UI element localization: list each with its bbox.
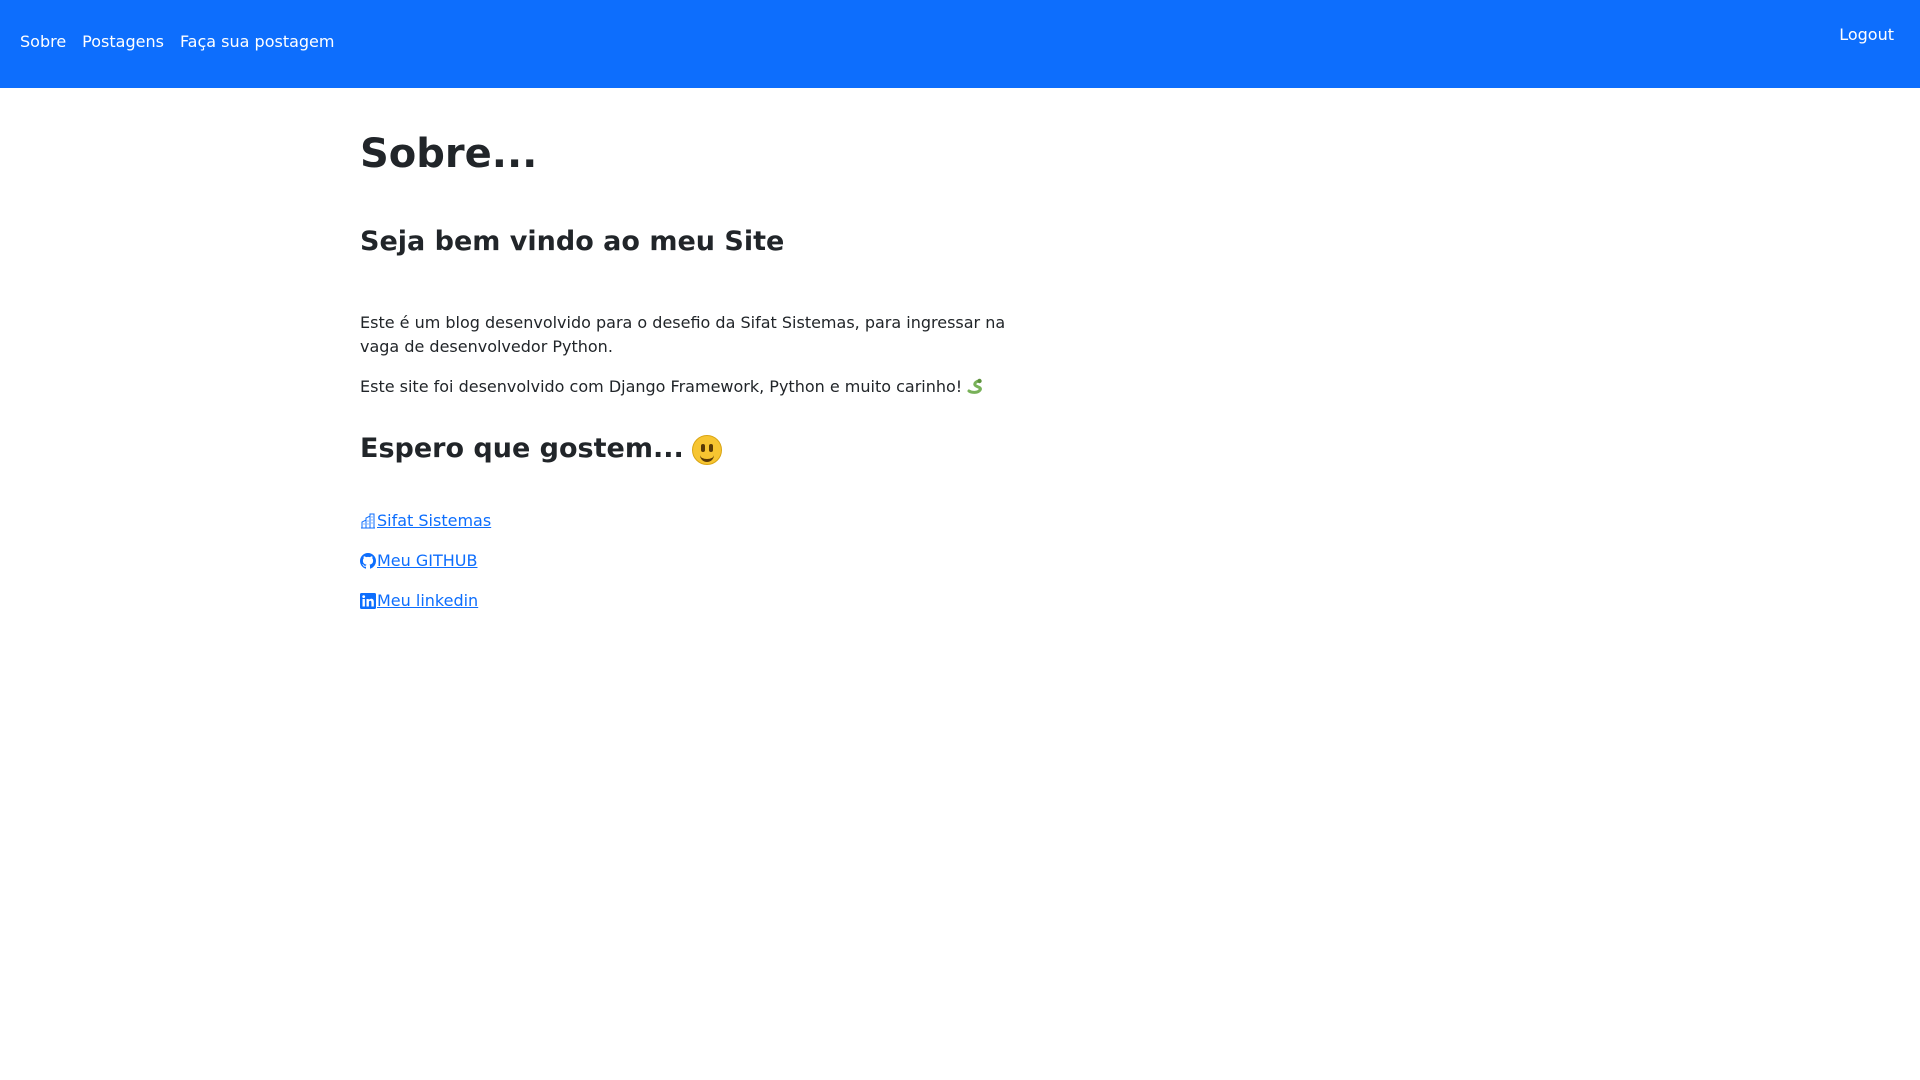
sifat-sistemas-link[interactable]: Sifat Sistemas	[377, 511, 491, 530]
tech-paragraph: Este site foi desenvolvido com Django Fr…	[360, 375, 1020, 399]
nav-link-sobre[interactable]: Sobre	[20, 32, 66, 51]
nav-link-postagens[interactable]: Postagens	[82, 32, 164, 51]
page-title: Sobre...	[360, 131, 538, 177]
github-link[interactable]: Meu GITHUB	[377, 551, 477, 570]
hope-heading: Espero que gostem...	[360, 433, 1080, 465]
smiley-icon	[691, 434, 722, 465]
tech-paragraph-text: Este site foi desenvolvido com Django Fr…	[360, 377, 963, 397]
nav-links: Sobre Postagens Faça sua postagem	[20, 32, 334, 51]
linkedin-link[interactable]: Meu linkedin	[377, 591, 478, 610]
main-content: Sobre... Seja bem vindo ao meu Site Este…	[360, 130, 1080, 630]
nav-link-faca-sua-postagem[interactable]: Faça sua postagem	[180, 32, 335, 51]
github-icon	[360, 552, 376, 569]
hope-heading-text: Espero que gostem...	[360, 433, 684, 465]
top-navbar: Sobre Postagens Faça sua postagem Logout	[0, 0, 1920, 88]
nav-right: Logout	[1839, 25, 1894, 44]
link-github-row: Meu GITHUB	[360, 550, 1080, 572]
snake-icon	[967, 379, 983, 395]
welcome-heading: Seja bem vindo ao meu Site	[360, 226, 785, 257]
link-sifat-row: Sifat Sistemas	[360, 510, 1080, 532]
intro-paragraph: Este é um blog desenvolvido para o desef…	[360, 313, 1006, 357]
building-icon	[361, 513, 375, 529]
logout-link[interactable]: Logout	[1839, 25, 1894, 44]
linkedin-icon	[360, 592, 376, 609]
link-linkedin-row: Meu linkedin	[360, 590, 1080, 612]
